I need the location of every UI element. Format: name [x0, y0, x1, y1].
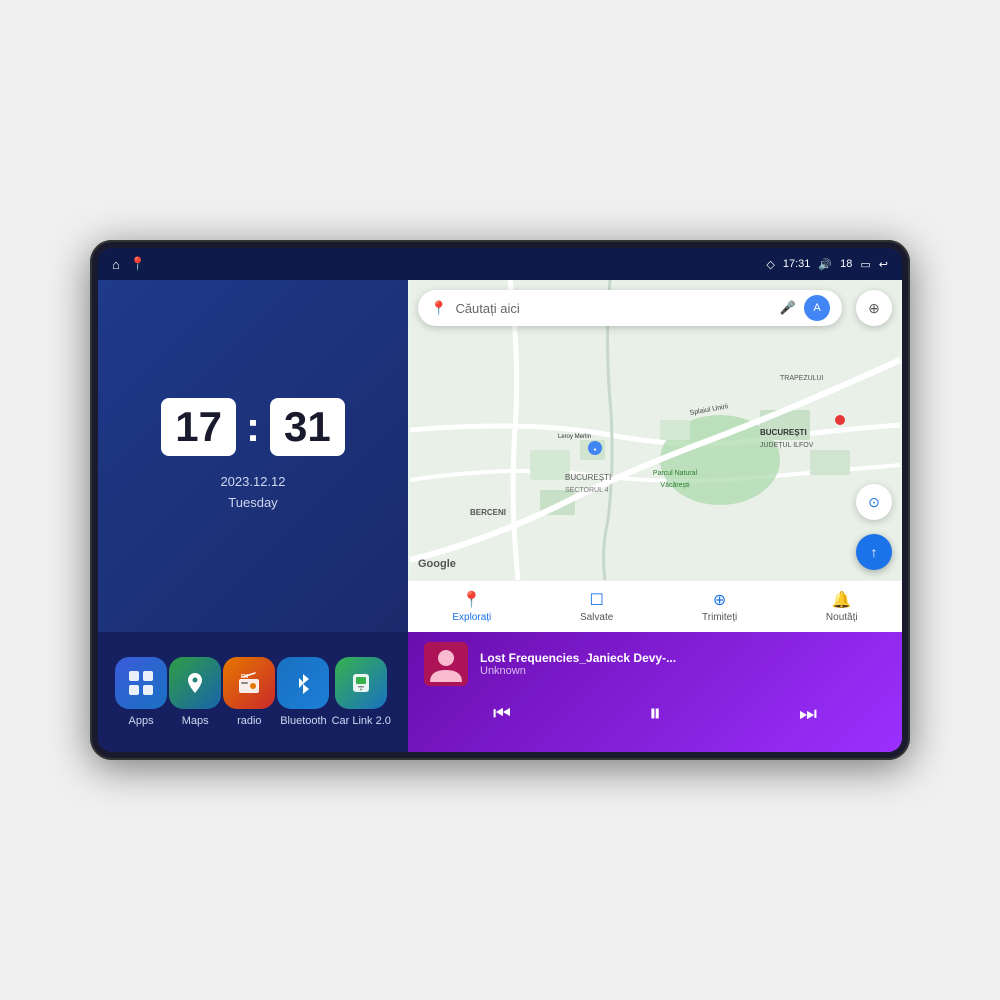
clock-day: Tuesday: [220, 493, 285, 514]
carlink-icon: [335, 657, 387, 709]
music-text: Lost Frequencies_Janieck Devy-... Unknow…: [480, 651, 886, 677]
car-display-device: ⌂ 📍 ◇ 17:31 🔊 18 ▭ ↩ 17: [90, 240, 910, 760]
radio-label: radio: [237, 715, 261, 727]
map-search-text: Căutați aici: [455, 301, 771, 316]
home-icon[interactable]: ⌂: [112, 257, 120, 272]
map-nav-share[interactable]: ⊕ Trimiteți: [692, 586, 747, 627]
svg-text:Leroy Merlin: Leroy Merlin: [558, 434, 591, 440]
svg-text:BUCUREȘTI: BUCUREȘTI: [760, 428, 807, 437]
left-panel: 17 : 31 2023.12.12 Tuesday: [98, 280, 408, 752]
map-layer-button[interactable]: ⊕: [856, 290, 892, 326]
clock-separator: :: [246, 406, 260, 448]
status-right: ◇ 17:31 🔊 18 ▭ ↩: [766, 258, 888, 271]
clock-hours: 17: [175, 406, 222, 448]
user-avatar[interactable]: A: [804, 295, 830, 321]
music-artist: Unknown: [480, 665, 886, 677]
clock-minutes: 31: [284, 406, 331, 448]
map-compass-button[interactable]: ↑: [856, 534, 892, 570]
svg-text:JUDEȚUL ILFOV: JUDEȚUL ILFOV: [760, 442, 814, 449]
saved-icon: ☐: [589, 590, 603, 610]
music-play-pause-button[interactable]: ⏸: [637, 696, 673, 732]
status-bar: ⌂ 📍 ◇ 17:31 🔊 18 ▭ ↩: [98, 248, 902, 280]
clock-widget: 17 : 31 2023.12.12 Tuesday: [98, 280, 408, 632]
music-info: Lost Frequencies_Janieck Devy-... Unknow…: [424, 642, 886, 686]
main-area: 17 : 31 2023.12.12 Tuesday: [98, 280, 902, 752]
bluetooth-icon: [277, 657, 329, 709]
news-label: Noutăți: [826, 612, 858, 623]
svg-text:BERCENI: BERCENI: [470, 508, 506, 517]
svg-text:Văcărești: Văcărești: [660, 482, 690, 489]
clock-date: 2023.12.12 Tuesday: [220, 472, 285, 514]
mic-icon[interactable]: 🎤: [780, 300, 796, 316]
clock-hours-block: 17: [161, 398, 236, 456]
svg-text:●: ●: [593, 447, 596, 453]
music-album-image: [424, 642, 468, 686]
app-item-carlink[interactable]: Car Link 2.0: [332, 657, 391, 727]
device-screen: ⌂ 📍 ◇ 17:31 🔊 18 ▭ ↩ 17: [98, 248, 902, 752]
share-label: Trimiteți: [702, 612, 737, 623]
google-maps-logo-icon: 📍: [430, 300, 447, 317]
right-panel: BUCUREȘTI SECTORUL 4 BUCUREȘTI JUDEȚUL I…: [408, 280, 902, 752]
music-player: Lost Frequencies_Janieck Devy-... Unknow…: [408, 632, 902, 752]
maps-label: Maps: [182, 715, 209, 727]
map-nav-news[interactable]: 🔔 Noutăți: [816, 586, 868, 627]
app-dock: Apps Maps: [98, 632, 408, 752]
app-item-radio[interactable]: FM radio: [223, 657, 275, 727]
map-nav-explore[interactable]: 📍 Explorați: [442, 586, 501, 627]
map-pin-icon[interactable]: 📍: [130, 256, 146, 272]
app-item-bluetooth[interactable]: Bluetooth: [277, 657, 329, 727]
svg-text:BUCUREȘTI: BUCUREȘTI: [565, 473, 611, 482]
volume-icon: 🔊: [818, 258, 832, 271]
app-item-apps[interactable]: Apps: [115, 657, 167, 727]
svg-text:TRAPEZULUI: TRAPEZULUI: [780, 375, 824, 382]
music-album-art: [424, 642, 468, 686]
svg-text:SECTORUL 4: SECTORUL 4: [565, 487, 609, 494]
news-icon: 🔔: [832, 590, 852, 610]
maps-icon: [169, 657, 221, 709]
signal-strength: 18: [840, 258, 852, 270]
map-bottom-nav: 📍 Explorați ☐ Salvate ⊕ Trimiteți 🔔 Nout…: [408, 580, 902, 632]
clock-date-value: 2023.12.12: [220, 472, 285, 493]
music-next-button[interactable]: ⏭: [787, 699, 829, 730]
bluetooth-label: Bluetooth: [280, 715, 326, 727]
clock-minutes-block: 31: [270, 398, 345, 456]
music-prev-button[interactable]: ⏮: [481, 699, 523, 730]
battery-icon: ▭: [860, 258, 870, 271]
signal-icon: ◇: [766, 258, 774, 271]
map-nav-saved[interactable]: ☐ Salvate: [570, 586, 623, 627]
app-item-maps[interactable]: Maps: [169, 657, 221, 727]
carlink-label: Car Link 2.0: [332, 715, 391, 727]
saved-label: Salvate: [580, 612, 613, 623]
clock-display: 17 : 31: [161, 398, 344, 456]
time-display: 17:31: [783, 258, 811, 270]
google-logo: Google: [418, 558, 456, 570]
radio-icon: FM: [223, 657, 275, 709]
svg-text:FM: FM: [241, 674, 248, 680]
explore-icon: 📍: [462, 590, 482, 610]
status-left: ⌂ 📍: [112, 256, 146, 272]
music-title: Lost Frequencies_Janieck Devy-...: [480, 651, 886, 665]
back-button[interactable]: ↩: [879, 258, 888, 271]
explore-label: Explorați: [452, 612, 491, 623]
map-search-bar[interactable]: 📍 Căutați aici 🎤 A: [418, 290, 842, 326]
apps-label: Apps: [129, 715, 154, 727]
share-icon: ⊕: [713, 590, 726, 610]
music-controls: ⏮ ⏸ ⏭: [424, 696, 886, 732]
apps-icon: [115, 657, 167, 709]
map-location-button[interactable]: ⊙: [856, 484, 892, 520]
svg-text:Parcul Natural: Parcul Natural: [653, 470, 698, 477]
map-area[interactable]: BUCUREȘTI SECTORUL 4 BUCUREȘTI JUDEȚUL I…: [408, 280, 902, 580]
